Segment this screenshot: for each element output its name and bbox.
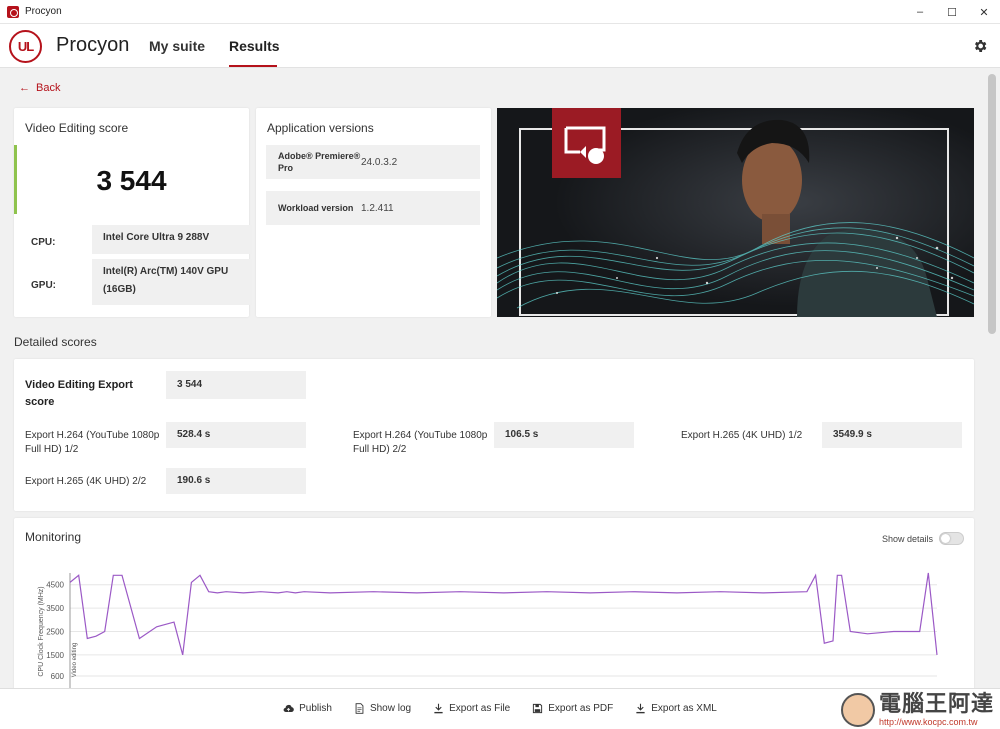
export-pdf-label: Export as PDF: [548, 702, 614, 714]
scrollbar[interactable]: [988, 74, 996, 334]
subscore-value: 190.6 s: [166, 468, 306, 494]
window-titlebar: Procyon – ☐ ✕: [0, 0, 1000, 24]
version-app-value: 1.2.411: [361, 202, 394, 214]
phase-marker-label: Video editing: [72, 643, 78, 678]
y-tick-label: 1500: [46, 651, 64, 660]
mascot-icon: [840, 692, 875, 727]
subscore-label: Export H.264 (YouTube 1080p Full HD) 2/2: [353, 430, 488, 455]
gpu-label: GPU:: [31, 280, 56, 291]
brand-name: Procyon: [56, 34, 130, 56]
subscore-label: Export H.264 (YouTube 1080p Full HD) 1/2: [25, 430, 160, 455]
publish-label: Publish: [299, 702, 332, 714]
publish-button[interactable]: Publish: [283, 703, 332, 714]
watermark: 電腦王阿達 http://www.kocpc.com.tw: [840, 689, 994, 729]
hero-image: [497, 108, 974, 317]
document-icon: [355, 702, 364, 714]
app-header: UL Procyon My suite Results: [0, 24, 1000, 68]
subscore-value: 3549.9 s: [822, 422, 962, 448]
results-content[interactable]: ← Back Video Editing score 3 544 CPU: In…: [0, 68, 987, 688]
window-title: Procyon: [25, 6, 62, 17]
y-axis-label: CPU Clock Frequency (MHz): [38, 586, 45, 676]
export-xml-button[interactable]: Export as XML: [635, 703, 717, 714]
tab-my-suite[interactable]: My suite: [149, 38, 205, 54]
subscore-value: 528.4 s: [166, 422, 306, 448]
cpu-label: CPU:: [31, 237, 56, 248]
show-log-label: Show log: [369, 702, 412, 714]
monitoring-card: Monitoring Show details 600 1500 2500 3500 4…: [14, 518, 974, 688]
export-file-button[interactable]: Export as File: [433, 703, 510, 714]
close-button[interactable]: ✕: [968, 0, 1000, 24]
detailed-scores-title: Detailed scores: [14, 335, 97, 349]
app-icon: [7, 5, 19, 18]
score-card: Video Editing score 3 544 CPU: Intel Cor…: [14, 108, 252, 317]
version-app-value: 24.0.3.2: [361, 156, 398, 168]
video-editing-icon: [564, 126, 606, 164]
subscore-value: 106.5 s: [494, 422, 634, 448]
version-row: Adobe® Premiere® Pro 24.0.3.2: [266, 145, 480, 179]
window-controls: – ☐ ✕: [904, 0, 1000, 24]
tab-results[interactable]: Results: [229, 38, 280, 54]
y-tick-label: 2500: [46, 628, 64, 637]
minimize-button[interactable]: –: [904, 0, 936, 24]
versions-title: Application versions: [267, 121, 374, 135]
cpu-frequency-series-line: [69, 572, 938, 656]
version-app-name: Adobe® Premiere® Pro: [278, 151, 361, 173]
save-icon: [533, 703, 543, 713]
download-icon: [636, 703, 645, 713]
show-log-button[interactable]: Show log: [354, 703, 411, 714]
export-file-label: Export as File: [449, 702, 511, 714]
version-row: Workload version 1.2.411: [266, 191, 480, 225]
active-tab-indicator: [229, 65, 277, 67]
back-label: Back: [36, 82, 61, 94]
export-pdf-button[interactable]: Export as PDF: [532, 703, 613, 714]
y-tick-label: 3500: [46, 604, 64, 613]
version-app-name: Workload version: [278, 203, 354, 213]
y-tick-label: 600: [51, 672, 65, 681]
back-link[interactable]: ← Back: [19, 82, 60, 94]
subscore-label: Export H.265 (4K UHD) 1/2: [681, 430, 803, 441]
footer-toolbar: Publish Show log Export as File Export a…: [0, 688, 1000, 729]
back-arrow-icon: ←: [19, 82, 30, 94]
hero-badge: [552, 108, 621, 178]
score-title: Video Editing score: [25, 121, 129, 135]
cpu-value: Intel Core Ultra 9 288V: [92, 225, 252, 254]
watermark-text: 電腦王阿達: [878, 691, 994, 717]
subscore-label: Export H.265 (4K UHD) 2/2: [25, 476, 147, 487]
cpu-frequency-chart: 600 1500 2500 3500 4500CPU Clock Frequency (…: [38, 572, 938, 688]
cloud-upload-icon: [283, 704, 294, 712]
versions-card: Application versions Adobe® Premiere® Pr…: [256, 108, 491, 317]
main-score-label: Video Editing Export score: [25, 379, 133, 408]
gear-icon[interactable]: [972, 38, 988, 54]
score-value: 3 544: [96, 165, 167, 196]
main-score-value: 3 544: [166, 371, 306, 399]
detailed-scores-card: Video Editing Export score 3 544 Export …: [14, 359, 974, 511]
maximize-button[interactable]: ☐: [936, 0, 968, 24]
gpu-value: Intel(R) Arc(TM) 140V GPU (16GB): [92, 259, 252, 305]
download-icon: [434, 703, 443, 713]
watermark-url: http://www.kocpc.com.tw: [878, 716, 978, 727]
ul-logo: UL: [9, 30, 42, 63]
export-xml-label: Export as XML: [651, 702, 717, 714]
y-tick-label: 4500: [46, 581, 64, 590]
